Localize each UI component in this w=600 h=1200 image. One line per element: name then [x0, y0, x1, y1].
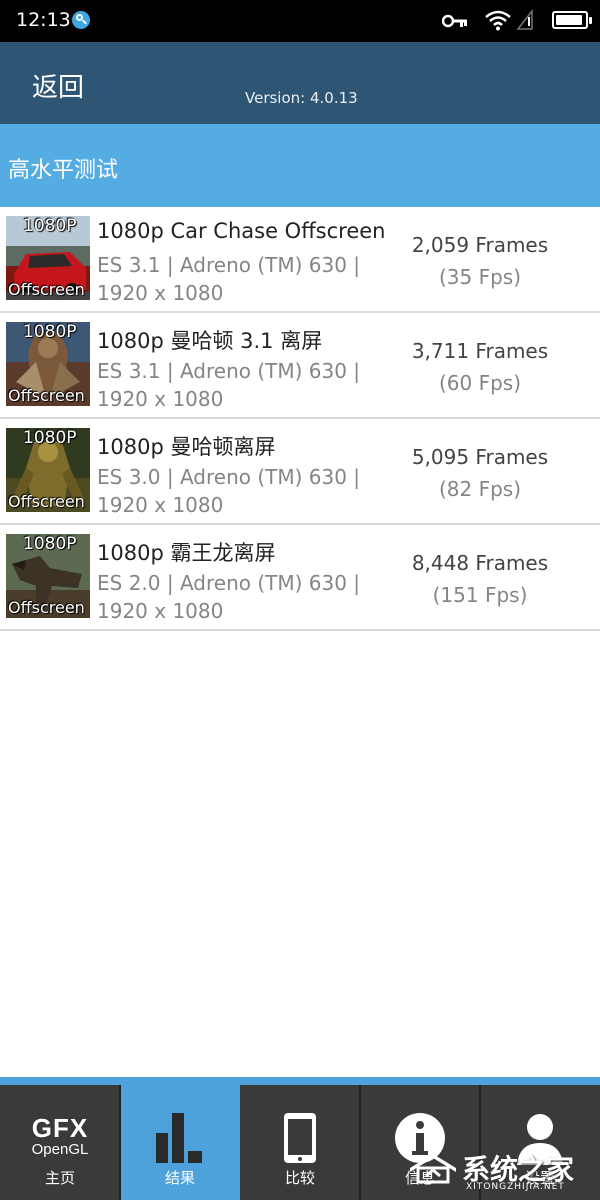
test-info: ES 2.0 | Adreno (TM) 630 | 1920 x 1080	[97, 569, 397, 625]
results-list: 1080P Offscreen 1080p Car Chase Offscree…	[0, 207, 600, 631]
test-resolution: 1920 x 1080	[97, 387, 224, 411]
thumbnail-offscreen-label: Offscreen	[8, 280, 85, 299]
watermark-logo-icon	[410, 1154, 456, 1184]
test-frames: 5,095 Frames	[411, 445, 549, 469]
thumbnail-resolution-tag: 1080P	[23, 322, 77, 342]
test-fps: (82 Fps)	[438, 477, 522, 501]
status-time: 12:13	[16, 9, 71, 31]
watermark: 系统之家 XITONGZHIJIA.NET	[406, 1146, 596, 1194]
opengl-logo-text: OpenGL	[31, 1141, 89, 1158]
tab-compare[interactable]: 比较	[240, 1085, 360, 1200]
section-title: 高水平测试	[8, 158, 119, 183]
test-fps: (60 Fps)	[438, 371, 522, 395]
test-title: 1080p Car Chase Offscreen	[97, 219, 386, 243]
phone-icon	[240, 1111, 360, 1165]
test-frames: 8,448 Frames	[411, 551, 549, 575]
tab-divider	[119, 1085, 121, 1200]
result-row-manhattan-31[interactable]: 1080P Offscreen 1080p 曼哈顿 3.1 离屏 ES 3.1 …	[0, 313, 600, 419]
watermark-subtext: XITONGZHIJIA.NET	[466, 1182, 565, 1192]
key-icon	[442, 14, 467, 28]
signal-icon	[516, 9, 533, 30]
section-header: 高水平测试	[0, 124, 600, 207]
gfx-logo-text: GFX	[31, 1113, 89, 1143]
test-info: ES 3.1 | Adreno (TM) 630 | 1920 x 1080	[97, 357, 397, 413]
test-fps: (35 Fps)	[438, 265, 522, 289]
tab-home[interactable]: GFX OpenGL 主页	[0, 1085, 120, 1200]
test-fps: (151 Fps)	[432, 583, 528, 607]
test-info: ES 3.1 | Adreno (TM) 630 | 1920 x 1080	[97, 251, 397, 307]
test-api-gpu: ES 3.0 | Adreno (TM) 630 |	[97, 465, 361, 489]
result-row-t-rex[interactable]: 1080P Offscreen 1080p 霸王龙离屏 ES 2.0 | Adr…	[0, 525, 600, 631]
tab-results[interactable]: 结果	[120, 1085, 240, 1200]
wifi-icon	[485, 10, 511, 31]
test-title: 1080p 曼哈顿 3.1 离屏	[97, 329, 323, 353]
test-title: 1080p 曼哈顿离屏	[97, 435, 276, 459]
test-resolution: 1920 x 1080	[97, 281, 224, 305]
test-api-gpu: ES 2.0 | Adreno (TM) 630 |	[97, 571, 361, 595]
test-api-gpu: ES 3.1 | Adreno (TM) 630 |	[97, 359, 361, 383]
test-frames: 2,059 Frames	[411, 233, 549, 257]
car-chase-thumbnail: 1080P Offscreen	[6, 216, 90, 300]
bar-chart-icon	[120, 1111, 240, 1165]
test-title: 1080p 霸王龙离屏	[97, 541, 276, 565]
tab-results-label: 结果	[164, 1169, 195, 1187]
thumbnail-resolution-tag: 1080P	[23, 428, 77, 448]
thumbnail-offscreen-label: Offscreen	[8, 386, 85, 405]
thumbnail-offscreen-label: Offscreen	[8, 492, 85, 511]
battery-icon	[552, 11, 592, 29]
test-api-gpu: ES 3.1 | Adreno (TM) 630 |	[97, 253, 361, 277]
t-rex-thumbnail: 1080P Offscreen	[6, 534, 90, 618]
app-bar: 返回 Version: 4.0.13	[0, 42, 600, 124]
test-resolution: 1920 x 1080	[97, 493, 224, 517]
thumbnail-offscreen-label: Offscreen	[8, 598, 85, 617]
result-row-car-chase[interactable]: 1080P Offscreen 1080p Car Chase Offscree…	[0, 207, 600, 313]
manhattan-thumbnail: 1080P Offscreen	[6, 428, 90, 512]
test-info: ES 3.0 | Adreno (TM) 630 | 1920 x 1080	[97, 463, 397, 519]
version-label: Version: 4.0.13	[245, 89, 358, 107]
gfx-logo-icon: GFX OpenGL	[0, 1115, 120, 1169]
result-row-manhattan[interactable]: 1080P Offscreen 1080p 曼哈顿离屏 ES 3.0 | Adr…	[0, 419, 600, 525]
back-button[interactable]: 返回	[32, 67, 84, 104]
test-frames: 3,711 Frames	[411, 339, 549, 363]
tab-compare-label: 比较	[284, 1169, 315, 1187]
tab-divider	[359, 1085, 361, 1200]
search-notification-icon	[72, 11, 90, 29]
tab-home-label: 主页	[44, 1169, 75, 1187]
thumbnail-resolution-tag: 1080P	[23, 534, 77, 554]
status-bar: 12:13	[0, 0, 600, 42]
manhattan-31-thumbnail: 1080P Offscreen	[6, 322, 90, 406]
test-resolution: 1920 x 1080	[97, 599, 224, 623]
thumbnail-resolution-tag: 1080P	[23, 216, 77, 236]
